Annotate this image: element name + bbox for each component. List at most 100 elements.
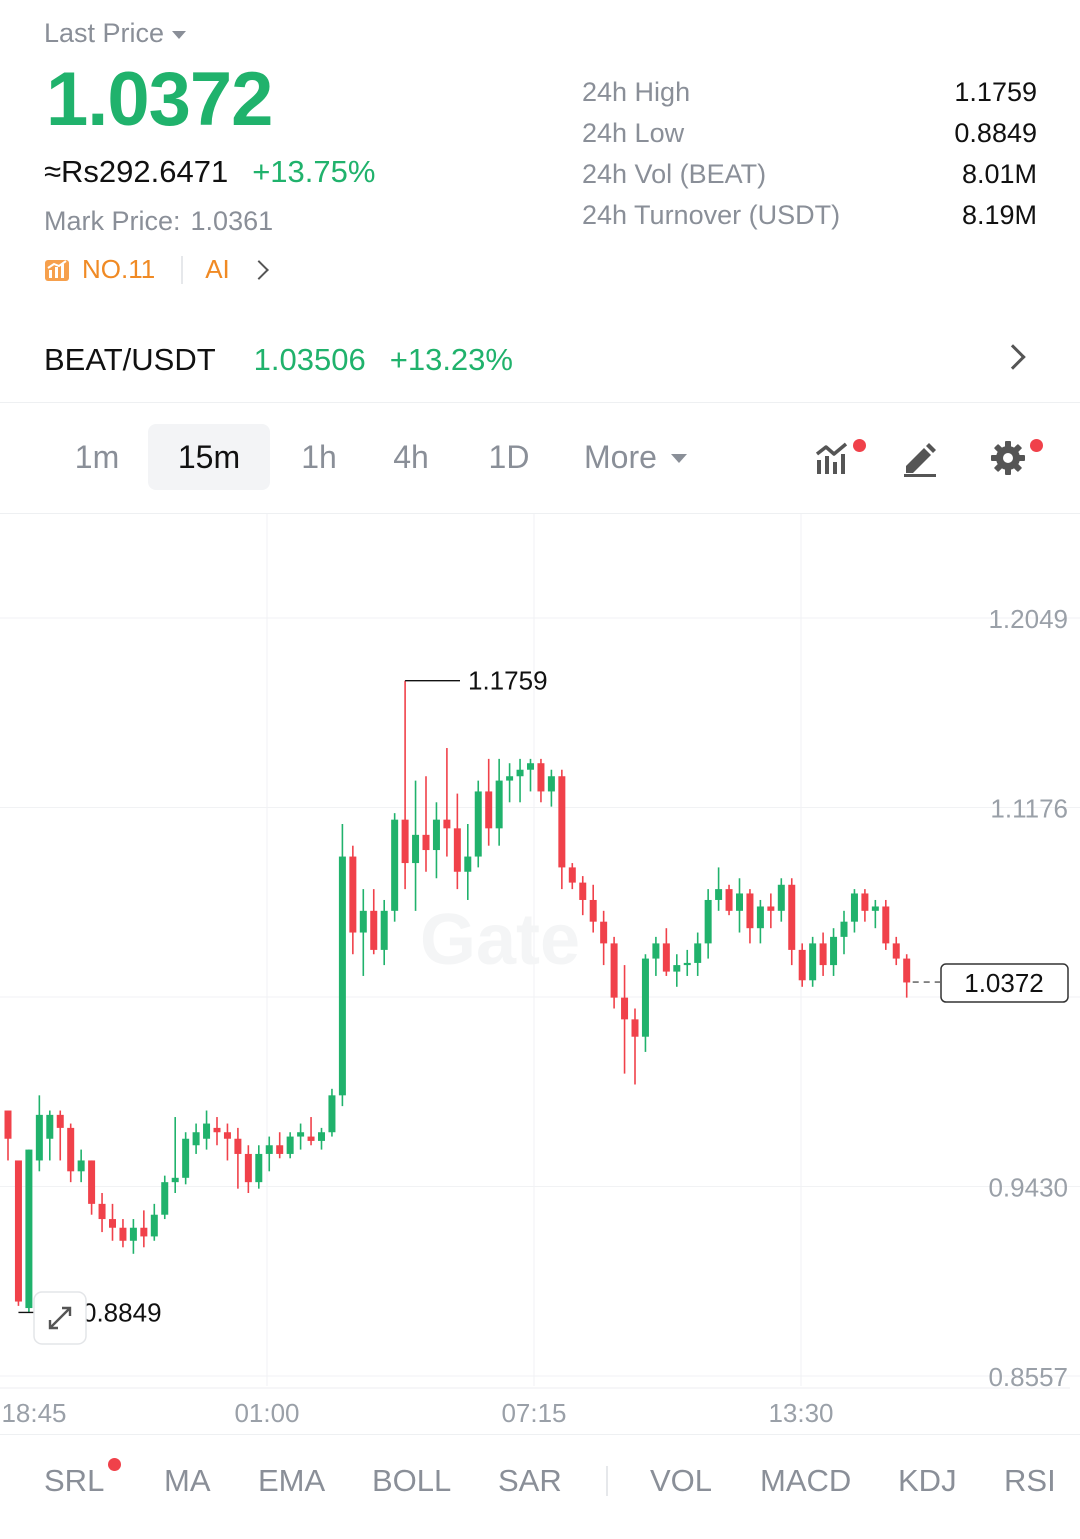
candle-body (704, 899, 712, 944)
indicator-srl[interactable]: SRL (44, 1436, 104, 1526)
tab-4h[interactable]: 4h (378, 424, 444, 490)
indicator-sar[interactable]: SAR (498, 1436, 562, 1526)
draw-pen-icon[interactable] (900, 438, 940, 478)
y-tick-label: 1.2049 (988, 604, 1068, 634)
candle-body (892, 943, 900, 959)
candlestick-chart[interactable]: Gate 1.2049 1.1176 0.9430 0.8557 18:45 01:00 07… (0, 514, 1080, 1434)
candle-body (192, 1132, 200, 1146)
candle-body (830, 936, 838, 966)
candle-body (725, 889, 733, 911)
indicator-ma[interactable]: MA (164, 1436, 211, 1526)
candle-body (767, 906, 775, 911)
caret-down-icon (172, 30, 187, 39)
candle-body (589, 899, 597, 922)
candle-body (746, 893, 754, 929)
candle-body (600, 921, 608, 944)
stats-panel: 24h High 1.1759 24h Low 0.8849 24h Vol (… (582, 72, 1037, 236)
candle-body (359, 910, 367, 933)
candle-body (56, 1114, 64, 1128)
fiat-price: ≈Rs292.6471 (44, 154, 229, 189)
candle-body (265, 1145, 273, 1154)
candle-body (349, 856, 357, 933)
candle-body (46, 1114, 54, 1139)
x-tick-label: 07:15 (501, 1398, 566, 1428)
candle-body (798, 949, 806, 981)
pair-name: BEAT/USDT (44, 342, 216, 377)
candle-body (840, 921, 848, 937)
candle-body (109, 1219, 116, 1228)
indicator-macd[interactable]: MACD (760, 1436, 851, 1526)
gear-icon[interactable] (988, 438, 1028, 478)
candle-body (882, 906, 890, 944)
candle-body (443, 819, 451, 829)
stat-row: 24h Low 0.8849 (582, 113, 1037, 154)
stat-value: 8.01M (961, 159, 1037, 189)
spot-pair-row[interactable]: BEAT/USDT 1.03506 +13.23% (44, 336, 1034, 384)
candle-body (234, 1138, 242, 1154)
watermark-logo: Gate (420, 900, 580, 980)
candle-body (756, 906, 764, 929)
rank-label: NO.11 (82, 254, 156, 284)
indicator-chart-icon[interactable] (814, 438, 854, 478)
notification-dot (108, 1458, 121, 1471)
indicator-boll[interactable]: BOLL (372, 1436, 451, 1526)
x-tick-label: 01:00 (234, 1398, 299, 1428)
candle-body (182, 1138, 190, 1178)
candle-body (77, 1160, 85, 1172)
candle-body (464, 856, 472, 872)
candle-body (641, 958, 649, 1037)
candle-body (516, 769, 524, 777)
tab-1m[interactable]: 1m (62, 424, 132, 490)
candle-body (318, 1132, 325, 1141)
indicator-kdj[interactable]: KDJ (898, 1436, 957, 1526)
candle-body (67, 1127, 75, 1172)
candle-body (683, 962, 691, 966)
candle-body (871, 906, 879, 911)
notification-dot (1030, 439, 1043, 452)
candle-body (338, 856, 346, 1096)
tab-1h[interactable]: 1h (288, 424, 350, 490)
chevron-right-icon (248, 259, 269, 280)
candle-body (119, 1227, 127, 1241)
candle-body (610, 943, 618, 998)
rank-row[interactable]: NO.11 AI (44, 254, 269, 285)
candle-body (474, 791, 482, 857)
tab-15m[interactable]: 15m (148, 424, 270, 490)
indicator-rsi[interactable]: RSI (1004, 1436, 1054, 1526)
fiat-row: ≈Rs292.6471 +13.75% (44, 154, 375, 190)
candle-body (579, 882, 587, 900)
stat-label: 24h Turnover (USDT) (582, 200, 841, 230)
candle-body (694, 943, 702, 963)
tab-1d[interactable]: 1D (474, 424, 544, 490)
candle-body (213, 1127, 221, 1133)
last-price-dropdown[interactable]: Last Price (44, 18, 187, 49)
candle-body (150, 1214, 158, 1237)
candle-body (432, 819, 440, 851)
y-tick-label: 0.9430 (988, 1173, 1068, 1203)
stat-value: 1.1759 (954, 77, 1037, 107)
candle-body (453, 828, 461, 872)
stat-row: 24h Turnover (USDT) 8.19M (582, 195, 1037, 236)
indicator-vol[interactable]: VOL (650, 1436, 712, 1526)
chevron-right-icon (1000, 344, 1026, 370)
candle-body (495, 780, 503, 829)
tab-more[interactable]: More (584, 424, 704, 490)
candle-body (485, 791, 493, 829)
low-marker-label: 0.8849 (82, 1297, 162, 1327)
candle-body (568, 867, 576, 883)
pair-change: +13.23% (389, 342, 513, 377)
ai-label[interactable]: AI (205, 254, 230, 285)
indicator-bar: SRL MA EMA BOLL SAR VOL MACD KDJ RSI (0, 1436, 1080, 1526)
candle-body (506, 776, 514, 781)
current-price-label: 1.0372 (964, 968, 1044, 998)
candle-body (537, 763, 545, 792)
candle-body (401, 819, 409, 864)
stat-value: 0.8849 (954, 118, 1037, 148)
candle-body (662, 943, 670, 972)
indicator-ema[interactable]: EMA (258, 1436, 325, 1526)
rank-divider (181, 255, 184, 284)
candle-body (736, 893, 743, 911)
candle-body (412, 834, 420, 864)
notification-dot (853, 439, 866, 452)
candle-body (819, 943, 827, 966)
